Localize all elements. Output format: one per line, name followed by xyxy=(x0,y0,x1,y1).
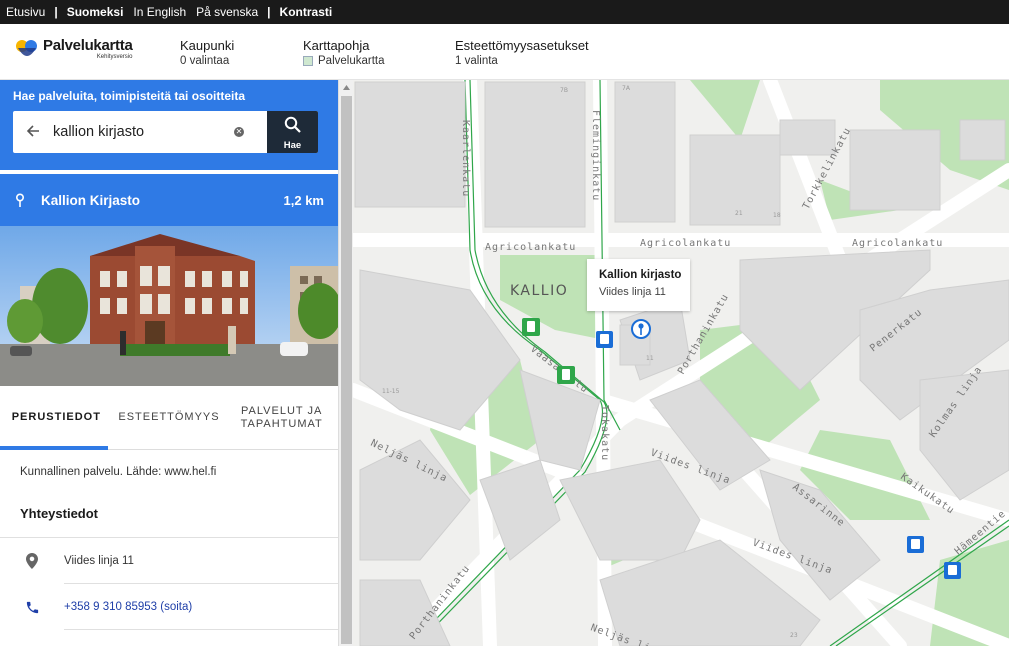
tab-services-events[interactable]: PALVELUT JA TAPAHTUMAT xyxy=(225,386,338,449)
sidebar-scrollbar[interactable] xyxy=(338,80,353,646)
search-panel: Hae palveluita, toimipisteitä tai osoitt… xyxy=(0,80,338,170)
house-number: 7B xyxy=(560,87,568,94)
map-view[interactable]: Agricolankatu Agricolankatu Agricolankat… xyxy=(353,80,1009,646)
bus-stop-icon[interactable] xyxy=(596,331,613,348)
search-button-label: Hae xyxy=(283,140,302,151)
house-number: 11 xyxy=(646,355,654,362)
search-box: ✕ Hae xyxy=(13,111,318,153)
street-label: Fleminginkatu xyxy=(590,110,601,201)
logo-subtitle: Kehitysversio xyxy=(96,54,133,60)
basemap-selector[interactable]: Karttapohja Palvelukartta xyxy=(303,38,384,67)
logo-icon xyxy=(15,38,39,62)
map-thumbnail-icon xyxy=(303,56,313,66)
nav-separator: | xyxy=(54,5,58,19)
next-row xyxy=(0,630,338,646)
house-number: 21 xyxy=(735,210,743,217)
lang-finnish-link[interactable]: Suomeksi xyxy=(67,5,124,19)
address-row: Viides linja 11 xyxy=(0,538,338,584)
lang-english-link[interactable]: In English xyxy=(133,5,186,19)
result-distance: 1,2 km xyxy=(283,192,324,208)
accessibility-settings[interactable]: Esteettömyysasetukset 1 valinta xyxy=(455,38,589,67)
tram-stop-icon[interactable] xyxy=(522,318,540,336)
house-number: 11-15 xyxy=(382,388,400,395)
house-number: 18 xyxy=(773,212,781,219)
active-tab-indicator xyxy=(0,446,108,450)
tram-stop-icon[interactable] xyxy=(557,366,575,384)
contrast-link[interactable]: Kontrasti xyxy=(280,5,333,19)
street-label: Agricolankatu xyxy=(640,238,731,249)
address-text: Viides linja 11 xyxy=(64,555,134,567)
logo-title: Palvelukartta xyxy=(43,37,133,54)
library-photo xyxy=(0,226,338,386)
sidebar: Hae palveluita, toimipisteitä tai osoitt… xyxy=(0,80,338,646)
library-marker-icon[interactable] xyxy=(631,319,651,339)
detail-tabs: PERUSTIEDOT ESTEETTÖMYYS PALVELUT JA TAP… xyxy=(0,386,338,450)
nav-separator: | xyxy=(267,5,271,19)
city-title: Kaupunki xyxy=(180,38,235,53)
bus-stop-icon[interactable] xyxy=(907,536,924,553)
location-icon xyxy=(26,553,38,569)
house-number: 23 xyxy=(790,632,798,639)
accessibility-value: 1 valinta xyxy=(455,55,498,67)
city-selector[interactable]: Kaupunki 0 valintaa xyxy=(180,38,234,67)
app-logo[interactable]: Palvelukartta Kehitysversio xyxy=(15,37,133,62)
tab-accessibility[interactable]: ESTEETTÖMYYS xyxy=(113,386,226,449)
city-value: 0 valintaa xyxy=(180,55,230,67)
basemap-title: Karttapohja xyxy=(303,38,370,53)
service-source: Kunnallinen palvelu. Lähde: www.hel.fi xyxy=(20,466,217,478)
home-link[interactable]: Etusivu xyxy=(6,5,45,19)
street-label: Agricolankatu xyxy=(852,238,943,249)
top-navigation: Etusivu | Suomeksi In English På svenska… xyxy=(0,0,1009,24)
search-button[interactable]: Hae xyxy=(267,111,318,153)
search-input[interactable] xyxy=(53,124,228,140)
clear-icon[interactable]: ✕ xyxy=(234,127,244,137)
scroll-up-arrow-icon[interactable] xyxy=(339,80,354,94)
district-label: KALLIO xyxy=(510,283,568,299)
search-label: Hae palveluita, toimipisteitä tai osoitt… xyxy=(13,89,246,103)
popup-address: Viides linja 11 xyxy=(599,286,666,298)
house-number: 7A xyxy=(622,85,631,92)
street-label: Kaarlenkatu xyxy=(460,120,471,197)
popup-title: Kallion kirjasto xyxy=(599,269,682,281)
back-arrow-icon[interactable] xyxy=(13,122,53,143)
phone-icon xyxy=(26,601,38,613)
street-label: Agricolankatu xyxy=(485,242,576,253)
search-icon xyxy=(284,116,301,133)
phone-link[interactable]: +358 9 310 85953 (soita) xyxy=(64,601,192,613)
lang-swedish-link[interactable]: På svenska xyxy=(196,5,258,19)
street-label: Tokakatu xyxy=(599,405,610,461)
tab-basic-info[interactable]: PERUSTIEDOT xyxy=(0,386,113,449)
selected-result[interactable]: Kallion Kirjasto 1,2 km xyxy=(0,174,338,226)
map-popup[interactable]: Kallion kirjasto Viides linja 11 xyxy=(587,259,690,311)
location-pin-icon xyxy=(15,193,25,207)
app-header: Palvelukartta Kehitysversio Kaupunki 0 v… xyxy=(0,24,1009,80)
contact-title: Yhteystiedot xyxy=(0,478,338,538)
accessibility-title: Esteettömyysasetukset xyxy=(455,38,589,53)
result-name: Kallion Kirjasto xyxy=(41,192,141,208)
scroll-thumb[interactable] xyxy=(341,96,352,644)
bus-stop-icon[interactable] xyxy=(944,562,961,579)
basemap-value: Palvelukartta xyxy=(318,55,385,67)
phone-row: +358 9 310 85953 (soita) xyxy=(0,584,338,630)
